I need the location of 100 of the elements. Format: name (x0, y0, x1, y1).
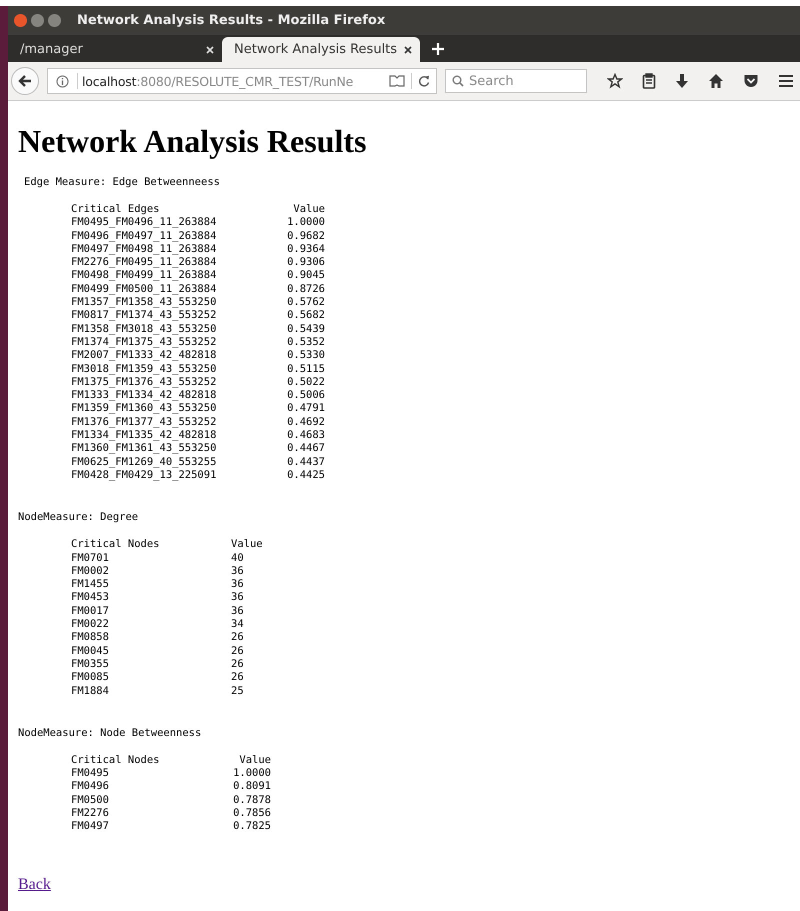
table-cell-text: 0.7856 (232, 806, 271, 820)
info-icon[interactable] (56, 74, 69, 88)
table-cell-text: 0.9306 (286, 256, 325, 270)
table-cell-text: 36 (231, 578, 245, 592)
table-cell-text: 26 (231, 671, 245, 684)
table-cell-text: 0.5682 (286, 309, 325, 323)
window-title: Network Analysis Results - Mozilla Firefox (77, 13, 386, 28)
browser-tab[interactable]: Network Analysis Results (222, 37, 420, 62)
table-cell-text: FM2276_FM0495_11_263884 (71, 256, 218, 270)
table-cell-text: FM0453 (71, 591, 110, 605)
table-cell-text: 36 (231, 591, 245, 605)
table-cell-text: FM1359_FM1360_43_553250 (71, 402, 218, 416)
table-cell-text: FM0495_FM0496_11_263884 (71, 216, 218, 230)
table-cell-text: FM2276 (71, 806, 110, 820)
back-link[interactable]: Back (18, 876, 51, 893)
table-cell-text: FM0858 (71, 631, 110, 645)
minimize-icon[interactable] (31, 14, 44, 27)
pocket-icon[interactable] (743, 73, 759, 89)
new-tab-icon[interactable] (432, 43, 444, 55)
table-cell-text: FM1358_FM3018_43_553250 (71, 322, 218, 336)
column-header: Critical Nodes (71, 754, 161, 768)
search-field[interactable]: Search (445, 69, 587, 93)
column-header: Value (292, 203, 325, 216)
table-cell-text: 26 (231, 644, 245, 658)
browser-tab[interactable]: /manager (8, 37, 222, 62)
table-cell-text: FM1455 (71, 578, 110, 592)
table-cell-text: FM1375_FM1376_43_553252 (71, 376, 218, 390)
close-icon[interactable] (14, 14, 27, 27)
table-cell-text: FM1374_FM1375_43_553252 (71, 336, 218, 350)
table-cell-text: FM0022 (71, 618, 110, 632)
measure-label: Edge Measure: Edge Betweenneess (23, 176, 221, 188)
table-cell-text: 36 (231, 604, 245, 618)
table-cell-text: FM0625_FM1269_40_553255 (71, 456, 218, 469)
table-cell-text: FM1884 (71, 684, 110, 698)
table-cell-text: 0.5330 (286, 349, 325, 363)
table-cell-text: FM0428_FM0429_13_225091 (71, 468, 218, 482)
table-cell-text: FM0500 (71, 794, 110, 807)
measure-label: NodeMeasure: Node Betweenness (18, 726, 202, 739)
table-cell-text: 0.5115 (286, 362, 325, 376)
table-cell-text: FM1360_FM1361_43_553250 (71, 442, 218, 456)
table-cell-text: 0.5006 (286, 389, 325, 402)
table-cell-text: 0.4467 (286, 442, 325, 456)
table-cell-text: 0.5022 (286, 376, 325, 390)
table-cell-text: 0.4692 (286, 416, 325, 430)
table-cell-text: FM0499_FM0500_11_263884 (71, 282, 218, 296)
table-cell-text: FM0817_FM1374_43_553252 (71, 309, 218, 323)
table-cell-text: FM1333_FM1334_42_482818 (71, 389, 218, 402)
reload-icon[interactable] (418, 75, 430, 87)
reader-view-icon[interactable] (389, 75, 405, 87)
menu-icon[interactable] (778, 74, 794, 88)
table-cell-text: 0.9682 (286, 230, 325, 243)
table-cell-text: 0.5352 (286, 336, 325, 350)
table-cell-text: 25 (231, 684, 245, 698)
table-cell-text: 26 (231, 631, 245, 645)
table-cell-text: 0.4425 (286, 468, 325, 482)
table-cell-text: FM0017 (71, 604, 110, 618)
table-cell-text: 0.8091 (232, 780, 271, 794)
table-cell-text: 26 (231, 658, 245, 672)
table-cell-text: FM0496 (71, 780, 110, 794)
table-cell-text: FM0701 (71, 552, 110, 565)
table-cell-text: FM0045 (71, 644, 110, 658)
clipboard-icon[interactable] (642, 73, 656, 89)
table-cell-text: FM0497 (71, 820, 110, 834)
column-header: Value (231, 538, 264, 552)
column-header: Critical Edges (71, 203, 161, 216)
table-cell-text: 0.4683 (286, 429, 325, 442)
back-button[interactable] (11, 67, 39, 95)
table-cell-text: 36 (231, 564, 245, 578)
column-header: Value (238, 754, 271, 768)
table-cell-text: FM0498_FM0499_11_263884 (71, 269, 218, 283)
table-cell-text: 0.9045 (286, 269, 325, 283)
table-cell-text: 0.7825 (232, 820, 271, 834)
maximize-icon[interactable] (48, 14, 61, 27)
address-field[interactable]: localhost:8080/RESOLUTE_CMR_TEST/RunNe (47, 68, 437, 94)
close-tab-icon[interactable] (404, 46, 412, 54)
table-cell-text: 0.8726 (286, 282, 325, 296)
table-cell-text: FM0496_FM0497_11_263884 (71, 230, 218, 243)
home-icon[interactable] (708, 73, 724, 89)
table-cell-text: FM0497_FM0498_11_263884 (71, 242, 218, 256)
table-cell-text: 40 (231, 552, 245, 565)
table-cell-text: 0.9364 (286, 242, 325, 256)
table-cell-text: FM3018_FM1359_43_553250 (71, 362, 218, 376)
table-cell-text: FM0085 (71, 671, 110, 684)
star-icon[interactable] (607, 73, 623, 89)
table-cell-text: 1.0000 (232, 767, 271, 780)
table-cell-text: FM1334_FM1335_42_482818 (71, 429, 218, 442)
table-cell-text: 0.7878 (232, 794, 271, 807)
download-icon[interactable] (675, 73, 689, 89)
table-cell-text: 0.4791 (286, 402, 325, 416)
table-cell-text: 34 (231, 618, 245, 632)
back-arrow-icon (18, 74, 32, 88)
table-cell-text: 0.4437 (286, 456, 325, 469)
table-cell-text: 1.0000 (286, 216, 325, 230)
page-heading: Network Analysis Results (18, 123, 368, 160)
table-cell-text: 0.5439 (286, 322, 325, 336)
table-cell-text: 0.5762 (286, 296, 325, 310)
table-cell-text: FM0355 (71, 658, 110, 672)
table-cell-text: FM2007_FM1333_42_482818 (71, 349, 218, 363)
column-header: Critical Nodes (71, 538, 161, 552)
table-cell-text: FM1357_FM1358_43_553250 (71, 296, 218, 310)
